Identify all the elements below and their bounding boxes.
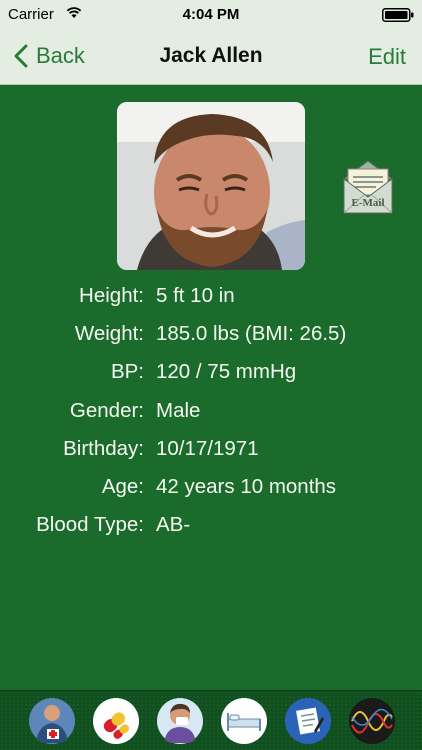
- doctor-icon[interactable]: [28, 697, 76, 745]
- battery-icon: [382, 8, 414, 22]
- header: Carrier 4:04 PM Back Jack Allen Edit: [0, 0, 422, 85]
- height-label: Height:: [79, 284, 144, 307]
- navigation-bar: Back Jack Allen Edit: [0, 30, 422, 85]
- profile-photo[interactable]: [117, 102, 305, 270]
- blood-type-value: AB-: [156, 513, 191, 537]
- birthday-label: Birthday:: [63, 436, 144, 460]
- detail-row-height: Height: 5 ft 10 in: [0, 282, 422, 320]
- email-label: E-Mail: [351, 197, 385, 209]
- tab-bar: [0, 690, 422, 750]
- detail-row-bp: BP: 120 / 75 mmHg: [0, 358, 422, 396]
- waveform-icon[interactable]: [348, 697, 396, 745]
- bp-value: 120 / 75 mmHg: [156, 360, 297, 384]
- edit-button[interactable]: Edit: [368, 44, 406, 70]
- age-label: Age:: [101, 474, 144, 498]
- bp-label: BP:: [110, 360, 144, 384]
- detail-row-age: Age: 42 years 10 months: [0, 473, 422, 511]
- profile-details: Height: 5 ft 10 in Weight: 185.0 lbs (BM…: [0, 282, 422, 549]
- gender-value: Male: [156, 398, 201, 422]
- notepad-icon[interactable]: [284, 697, 332, 745]
- bed-icon[interactable]: [220, 697, 268, 745]
- detail-row-gender: Gender: Male: [0, 397, 422, 435]
- detail-row-weight: Weight: 185.0 lbs (BMI: 26.5): [0, 320, 422, 358]
- weight-label: Weight:: [74, 322, 144, 346]
- age-value: 42 years 10 months: [156, 474, 337, 498]
- blood-type-label: Blood Type:: [36, 513, 144, 537]
- pills-icon[interactable]: [92, 697, 140, 745]
- detail-row-blood-type: Blood Type: AB-: [0, 511, 422, 549]
- status-time: 4:04 PM: [182, 6, 240, 23]
- status-bar: Carrier 4:04 PM: [0, 0, 422, 30]
- avatar: [117, 102, 305, 270]
- sick-person-icon[interactable]: [156, 697, 204, 745]
- email-button[interactable]: E-Mail: [340, 157, 396, 215]
- birthday-value: 10/17/1971: [156, 436, 259, 460]
- gender-label: Gender:: [69, 398, 144, 422]
- detail-row-birthday: Birthday: 10/17/1971: [0, 435, 422, 473]
- weight-value: 185.0 lbs (BMI: 26.5): [156, 322, 347, 346]
- height-value: 5 ft 10 in: [156, 284, 235, 307]
- page-title: Jack Allen: [159, 44, 263, 67]
